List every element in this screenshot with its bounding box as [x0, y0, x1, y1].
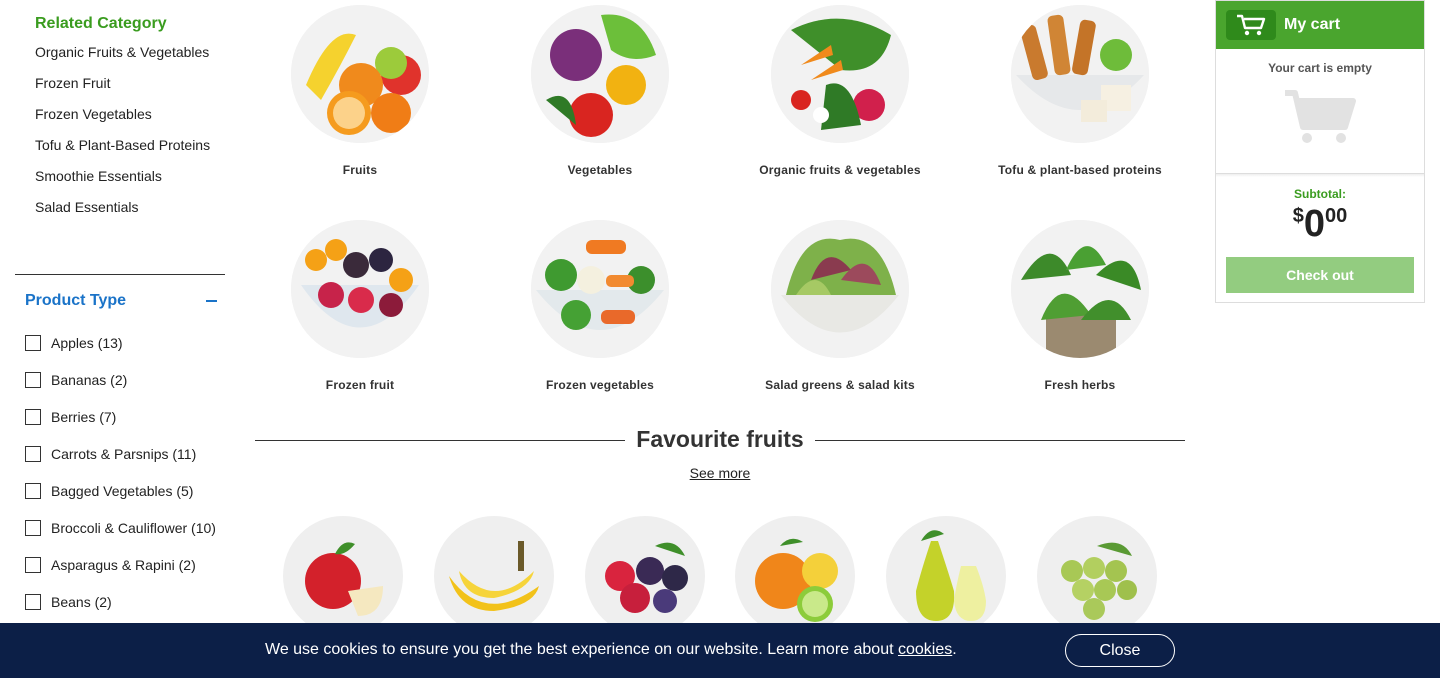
checkbox[interactable] — [25, 483, 41, 499]
checkbox[interactable] — [25, 372, 41, 388]
related-item-salad[interactable]: Salad Essentials — [35, 198, 225, 217]
frozen-vegetables-image — [531, 220, 669, 358]
category-frozen-vegetables[interactable]: Frozen vegetables — [480, 220, 720, 392]
section-rule-left — [255, 440, 625, 441]
related-item-organic[interactable]: Organic Fruits & Vegetables — [35, 43, 225, 62]
category-label: Fresh herbs — [1044, 378, 1116, 392]
empty-cart-icon — [1285, 90, 1356, 143]
related-item-frozen-fruit[interactable]: Frozen Fruit — [35, 74, 225, 93]
category-label: Tofu & plant-based proteins — [998, 163, 1162, 177]
filter-label: Asparagus & Rapini (2) — [51, 557, 196, 573]
category-label: Frozen vegetables — [545, 378, 655, 392]
filter-apples[interactable]: Apples (13) — [25, 333, 225, 353]
checkbox[interactable] — [25, 520, 41, 536]
checkbox[interactable] — [25, 557, 41, 573]
filter-berries[interactable]: Berries (7) — [25, 407, 225, 427]
checkbox[interactable] — [25, 335, 41, 351]
cart-panel: My cart Your cart is empty Subtotal: $00… — [1215, 0, 1425, 303]
pear-image[interactable] — [886, 516, 1006, 636]
herbs-image — [1011, 220, 1149, 358]
category-fruits[interactable]: Fruits — [240, 5, 480, 177]
filter-bagged-vegetables[interactable]: Bagged Vegetables (5) — [25, 481, 225, 501]
related-item-smoothie[interactable]: Smoothie Essentials — [35, 167, 225, 186]
filter-label: Bagged Vegetables (5) — [51, 483, 194, 499]
page: Related Category Organic Fruits & Vegeta… — [0, 0, 1440, 678]
cookie-message: We use cookies to ensure you get the bes… — [265, 641, 957, 659]
filter-label: Bananas (2) — [51, 372, 128, 388]
related-category-title: Related Category — [35, 15, 167, 32]
filter-label: Apples (13) — [51, 335, 123, 351]
checkbox[interactable] — [25, 446, 41, 462]
apple-image[interactable] — [283, 516, 403, 636]
filter-label: Carrots & Parsnips (11) — [51, 446, 197, 462]
vegetables-image — [531, 5, 669, 143]
category-salad[interactable]: Salad greens & salad kits — [720, 220, 960, 392]
category-tofu[interactable]: Tofu & plant-based proteins — [960, 5, 1200, 177]
frozen-fruit-image — [291, 220, 429, 358]
category-frozen-fruit[interactable]: Frozen fruit — [240, 220, 480, 392]
cookie-text: We use cookies to ensure you get the bes… — [265, 641, 898, 658]
related-item-frozen-vegetables[interactable]: Frozen Vegetables — [35, 105, 225, 124]
subtotal-currency: $ — [1292, 205, 1304, 227]
category-organic-produce[interactable]: Organic fruits & vegetables — [720, 5, 960, 177]
cart-header[interactable]: My cart — [1216, 1, 1424, 49]
cookies-link[interactable]: cookies — [898, 641, 952, 658]
filter-asparagus[interactable]: Asparagus & Rapini (2) — [25, 555, 225, 575]
category-herbs[interactable]: Fresh herbs — [960, 220, 1200, 392]
sidebar-divider — [15, 274, 225, 275]
category-label: Salad greens & salad kits — [765, 378, 915, 392]
category-vegetables[interactable]: Vegetables — [480, 5, 720, 177]
category-label: Vegetables — [567, 163, 633, 177]
checkbox[interactable] — [25, 594, 41, 610]
cart-empty-message: Your cart is empty — [1268, 61, 1372, 75]
favourite-fruits-title: Favourite fruits — [636, 426, 804, 452]
organic-produce-image — [771, 5, 909, 143]
filter-bananas[interactable]: Bananas (2) — [25, 370, 225, 390]
berries-image[interactable] — [585, 516, 705, 636]
filter-carrots[interactable]: Carrots & Parsnips (11) — [25, 444, 225, 464]
filter-label: Berries (7) — [51, 409, 117, 425]
filter-broccoli[interactable]: Broccoli & Cauliflower (10) — [25, 518, 225, 538]
related-item-tofu[interactable]: Tofu & Plant-Based Proteins — [35, 136, 225, 155]
fruits-image — [291, 5, 429, 143]
see-more-link[interactable]: See more — [670, 465, 770, 481]
related-category-list: Organic Fruits & Vegetables Frozen Fruit… — [35, 43, 225, 229]
cookie-suffix: . — [952, 641, 957, 658]
subtotal-amount: $000 — [1216, 203, 1424, 246]
cookie-close-button[interactable]: Close — [1065, 634, 1175, 667]
cart-icon — [1226, 10, 1276, 40]
citrus-image[interactable] — [735, 516, 855, 636]
banana-image[interactable] — [434, 516, 554, 636]
category-label: Frozen fruit — [325, 378, 395, 392]
cart-separator — [1216, 173, 1424, 177]
salad-image — [771, 220, 909, 358]
checkout-button[interactable]: Check out — [1226, 257, 1414, 293]
tofu-image — [1011, 5, 1149, 143]
collapse-minus-icon[interactable] — [206, 300, 217, 302]
category-label: Organic fruits & vegetables — [759, 163, 921, 177]
cart-title: My cart — [1284, 16, 1341, 33]
product-type-toggle[interactable]: Product Type — [25, 292, 217, 310]
subtotal-cents: 00 — [1325, 205, 1348, 227]
cookie-banner: We use cookies to ensure you get the bes… — [0, 623, 1440, 678]
product-type-filters: Apples (13) Bananas (2) Berries (7) Carr… — [25, 333, 225, 623]
subtotal-whole: 0 — [1303, 203, 1325, 245]
checkbox[interactable] — [25, 409, 41, 425]
filter-beans[interactable]: Beans (2) — [25, 592, 225, 612]
section-rule-right — [815, 440, 1185, 441]
grapes-image[interactable] — [1037, 516, 1157, 636]
filter-label: Beans (2) — [51, 594, 112, 610]
subtotal-label: Subtotal: — [1294, 187, 1346, 201]
filter-label: Broccoli & Cauliflower (10) — [51, 520, 216, 536]
product-type-title: Product Type — [25, 292, 127, 309]
category-label: Fruits — [342, 163, 378, 177]
